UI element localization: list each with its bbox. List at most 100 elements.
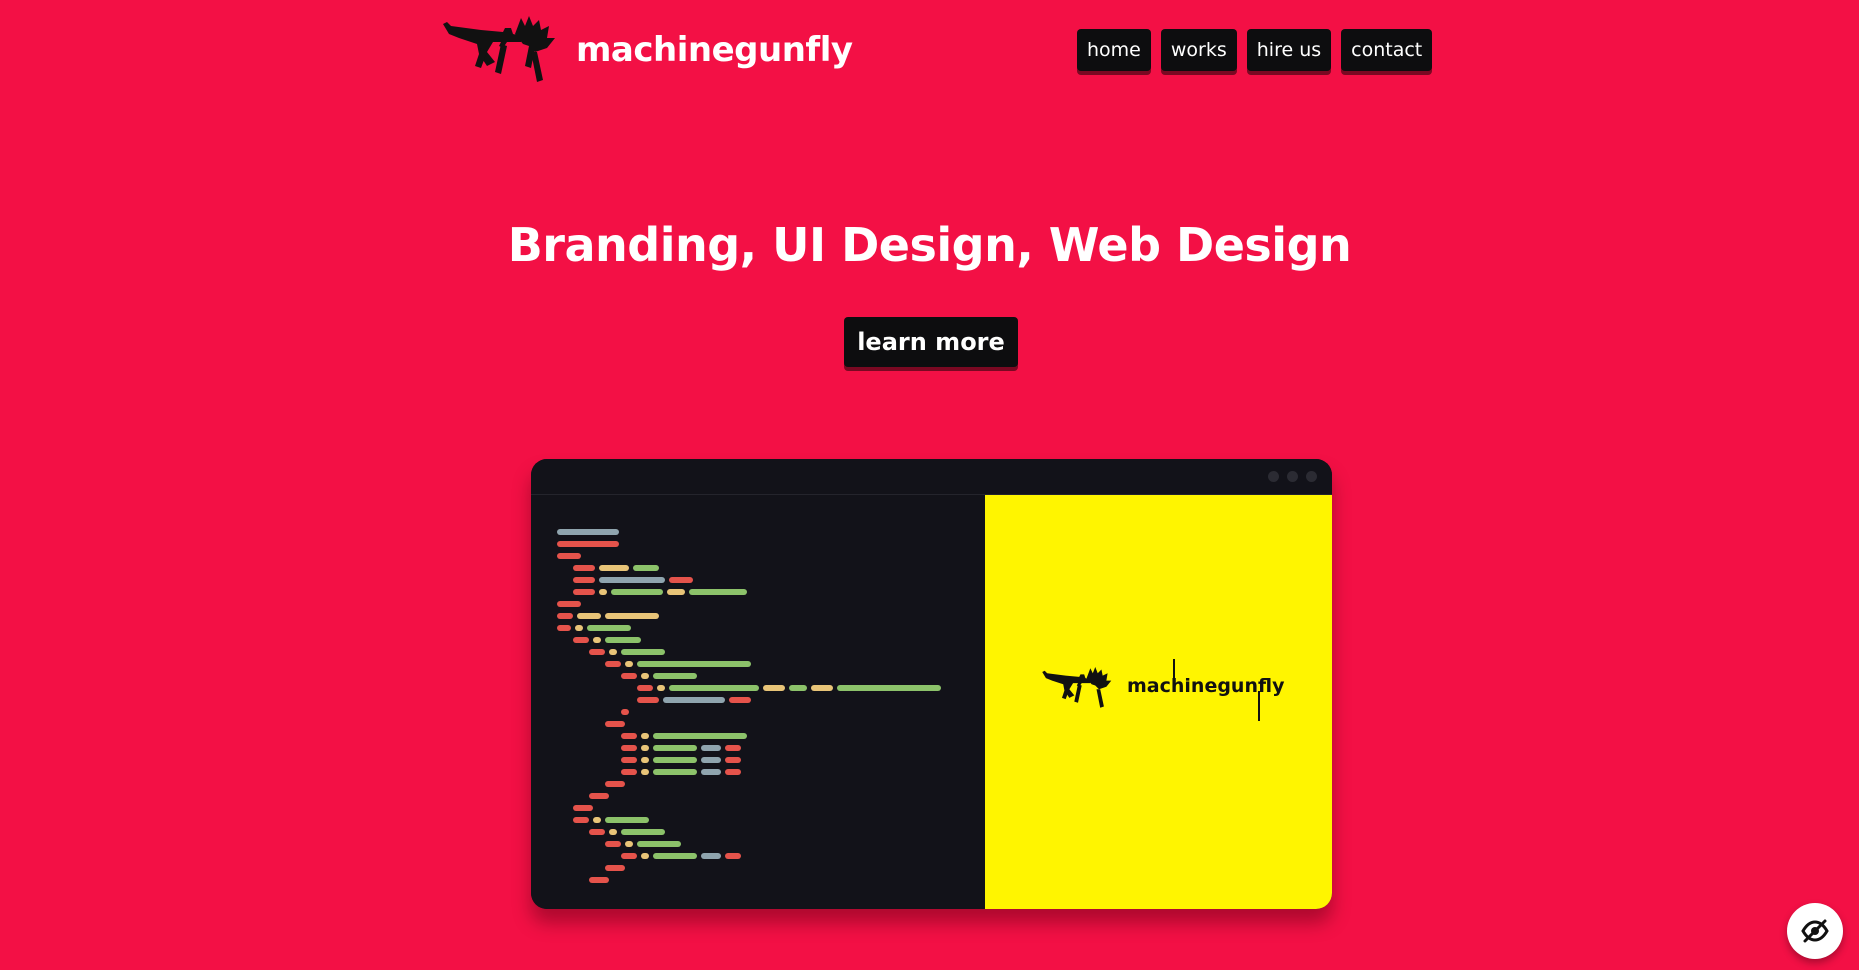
code-token [689, 589, 747, 595]
preview-brand-name: machinegunfly [1127, 675, 1285, 697]
code-token [589, 793, 609, 799]
code-token [611, 589, 663, 595]
code-token [605, 865, 625, 871]
code-token [653, 673, 697, 679]
learn-more-button[interactable]: learn more [844, 317, 1018, 367]
code-lines-illustration [557, 529, 941, 883]
code-token [573, 589, 595, 595]
code-token [605, 841, 621, 847]
code-token [621, 649, 665, 655]
code-token [605, 721, 625, 727]
code-token [641, 745, 649, 751]
code-token [663, 697, 725, 703]
window-dot-1 [1268, 471, 1279, 482]
site-header: machinegunfly home works hire us contact [0, 0, 1859, 100]
nav-contact-link[interactable]: contact [1341, 29, 1433, 71]
code-token [725, 853, 741, 859]
code-token [573, 637, 589, 643]
code-token [637, 661, 751, 667]
nav-hire-us-link[interactable]: hire us [1246, 29, 1332, 71]
code-token [609, 649, 617, 655]
main-nav: home works hire us contact [1077, 29, 1433, 71]
code-token [625, 841, 633, 847]
code-token [621, 709, 629, 715]
code-token [621, 745, 637, 751]
eye-off-icon [1801, 919, 1829, 943]
code-token [811, 685, 833, 691]
code-token [701, 745, 721, 751]
code-token [725, 745, 741, 751]
code-token [605, 781, 625, 787]
code-token [633, 565, 659, 571]
code-token [725, 769, 741, 775]
code-token [701, 757, 721, 763]
code-token [589, 877, 609, 883]
code-token [641, 769, 649, 775]
code-token [729, 697, 751, 703]
code-editor-pane [531, 495, 985, 909]
code-token [605, 613, 659, 619]
code-token [653, 853, 697, 859]
machinegun-logo-icon[interactable] [441, 16, 561, 84]
text-cursor-top [1173, 659, 1175, 689]
code-token [641, 757, 649, 763]
code-token [557, 625, 571, 631]
code-token [605, 637, 641, 643]
code-token [625, 661, 633, 667]
code-token [763, 685, 785, 691]
code-token [669, 685, 759, 691]
text-cursor-bottom [1258, 691, 1260, 721]
code-token [605, 661, 621, 667]
code-token [621, 853, 637, 859]
hero-title: Branding, UI Design, Web Design [507, 218, 1352, 272]
mockup-titlebar [531, 459, 1332, 495]
code-token [641, 853, 649, 859]
nav-works-link[interactable]: works [1160, 29, 1237, 71]
code-token [577, 613, 601, 619]
code-token [657, 685, 665, 691]
code-token [725, 757, 741, 763]
code-token [589, 829, 605, 835]
code-token [609, 829, 617, 835]
code-token [637, 697, 659, 703]
browser-mockup: machinegunfly [531, 459, 1332, 909]
code-token [593, 817, 601, 823]
code-token [573, 817, 589, 823]
code-token [653, 745, 697, 751]
code-token [641, 673, 649, 679]
code-token [573, 577, 595, 583]
code-token [789, 685, 807, 691]
code-token [557, 541, 619, 547]
brand-name[interactable]: machinegunfly [576, 30, 853, 70]
code-token [599, 589, 607, 595]
window-dot-2 [1287, 471, 1298, 482]
code-token [701, 853, 721, 859]
code-token [621, 769, 637, 775]
code-token [653, 757, 697, 763]
code-token [605, 817, 649, 823]
code-token [589, 649, 605, 655]
code-token [557, 529, 619, 535]
code-token [653, 769, 697, 775]
code-token [557, 613, 573, 619]
code-token [621, 733, 637, 739]
nav-home-link[interactable]: home [1077, 29, 1151, 71]
code-token [837, 685, 941, 691]
code-token [637, 841, 681, 847]
code-token [669, 577, 693, 583]
code-token [641, 733, 649, 739]
code-token [557, 553, 581, 559]
accessibility-toggle-button[interactable] [1787, 903, 1843, 959]
code-token [621, 829, 665, 835]
code-token [599, 565, 629, 571]
code-token [573, 805, 593, 811]
code-token [573, 565, 595, 571]
code-token [637, 685, 653, 691]
code-token [653, 733, 747, 739]
code-token [701, 769, 721, 775]
code-token [621, 673, 637, 679]
code-token [593, 637, 601, 643]
logo-preview-pane: machinegunfly [985, 495, 1332, 909]
code-token [667, 589, 685, 595]
code-token [575, 625, 583, 631]
